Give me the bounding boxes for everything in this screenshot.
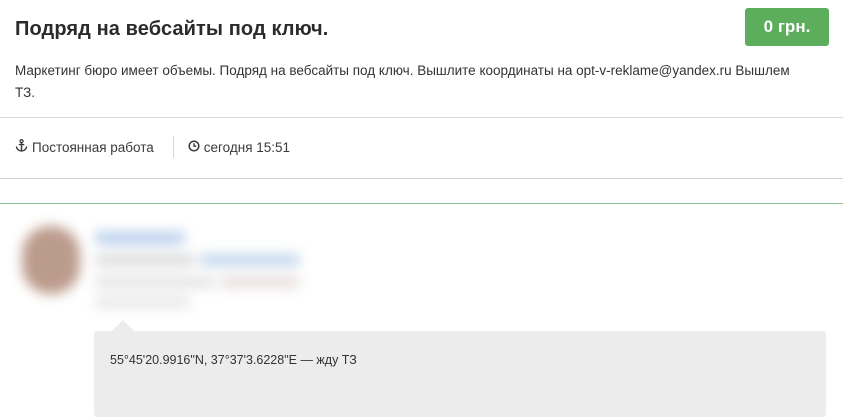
anchor-icon xyxy=(15,138,28,155)
job-card: Подряд на вебсайты под ключ. 0 грн. Марк… xyxy=(0,0,843,179)
bid-divider xyxy=(0,203,843,204)
job-description: Маркетинг бюро имеет объемы. Подряд на в… xyxy=(15,63,790,100)
info-placeholder xyxy=(95,276,215,288)
job-type-label: Постоянная работа xyxy=(32,139,154,155)
divider xyxy=(0,117,843,118)
clock-icon xyxy=(188,139,200,155)
bid-message: 55°45'20.9916"N, 37°37'3.6228"E — жду ТЗ xyxy=(110,353,357,367)
bid-message-bubble: 55°45'20.9916"N, 37°37'3.6228"E — жду ТЗ xyxy=(94,331,826,417)
info-placeholder xyxy=(200,254,300,266)
posted-time-label: сегодня 15:51 xyxy=(203,139,291,155)
info-placeholder xyxy=(95,254,195,266)
job-type: Постоянная работа xyxy=(15,138,154,155)
job-meta: Постоянная работа сегодня 15:51 xyxy=(15,136,290,158)
avatar xyxy=(22,226,80,294)
info-placeholder xyxy=(220,276,300,288)
bubble-arrow xyxy=(112,320,134,331)
info-placeholder xyxy=(95,296,190,308)
meta-divider xyxy=(172,136,174,158)
job-title: Подряд на вебсайты под ключ. xyxy=(15,18,329,40)
name-placeholder xyxy=(95,232,185,244)
posted-time: сегодня 15:51 xyxy=(188,140,290,155)
freelancer-profile-blurred xyxy=(0,208,340,316)
price-badge[interactable]: 0 грн. xyxy=(745,8,829,46)
